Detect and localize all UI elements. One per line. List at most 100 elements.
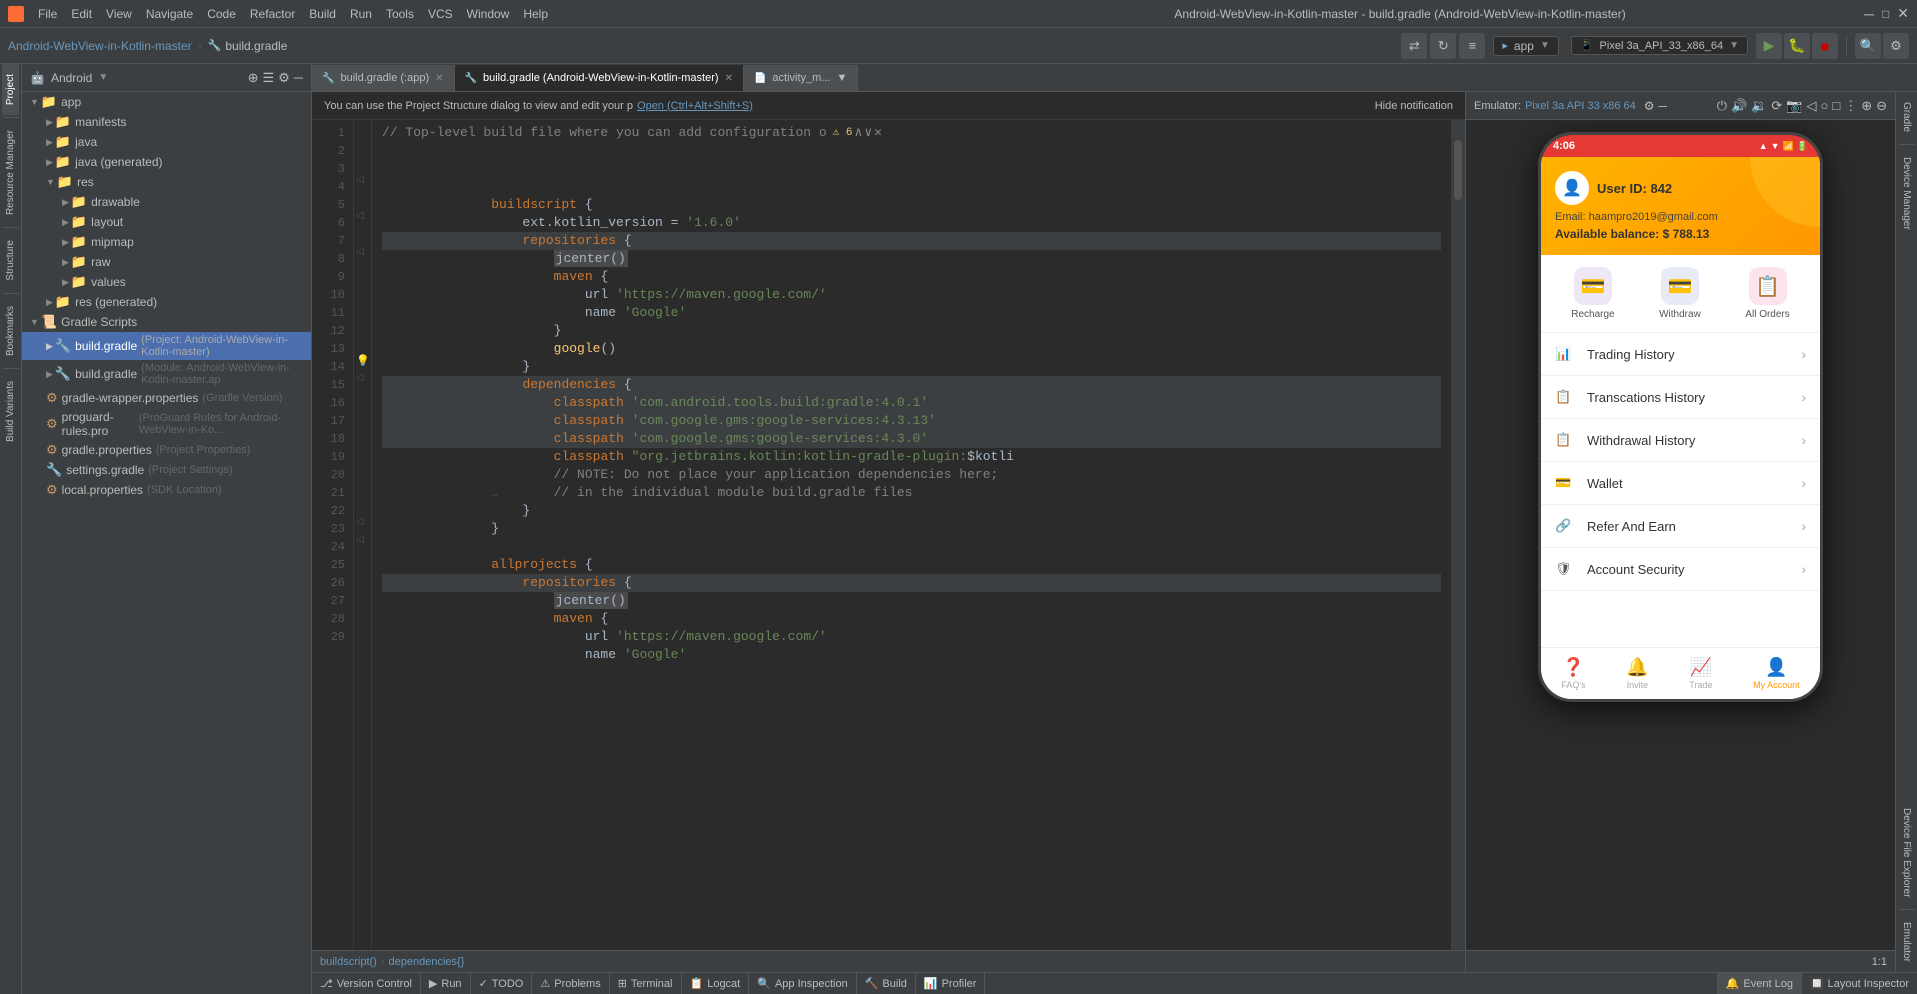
search-toolbar-button[interactable]: 🔍 (1855, 33, 1881, 59)
breadcrumb-item-2[interactable]: dependencies{} (389, 956, 465, 968)
bottom-tab-logcat[interactable]: 📋 Logcat (682, 973, 750, 994)
panel-action-filter[interactable]: ⚙ (278, 70, 290, 86)
left-tab-build-variants[interactable]: Build Variants (2, 371, 19, 452)
tree-item-gradle-scripts[interactable]: ▼ 📜 Gradle Scripts (22, 312, 311, 332)
notification-hide[interactable]: Hide notification (1375, 100, 1453, 112)
settings-toolbar-button[interactable]: ⚙ (1883, 33, 1909, 59)
menu-view[interactable]: View (100, 5, 138, 23)
emu-btn-zoom-in[interactable]: ⊕ (1861, 98, 1872, 114)
tree-item-layout[interactable]: ▶ 📁 layout (22, 212, 311, 232)
run-config-dropdown[interactable]: ▼ (1540, 40, 1550, 51)
menu-file[interactable]: File (32, 5, 63, 23)
tree-item-java[interactable]: ▶ 📁 java (22, 132, 311, 152)
tree-item-values[interactable]: ▶ 📁 values (22, 272, 311, 292)
toolbar-icon-1[interactable]: ⇄ (1401, 33, 1427, 59)
tree-item-java-generated[interactable]: ▶ 📁 java (generated) (22, 152, 311, 172)
emu-btn-home[interactable]: ○ (1820, 98, 1828, 113)
tree-item-mipmap[interactable]: ▶ 📁 mipmap (22, 232, 311, 252)
right-tab-gradle[interactable]: Gradle (1898, 92, 1915, 142)
tree-item-drawable[interactable]: ▶ 📁 drawable (22, 192, 311, 212)
bottom-tab-todo[interactable]: ✓ TODO (471, 973, 533, 994)
maximize-button[interactable]: □ (1882, 7, 1889, 21)
stop-button[interactable]: ■ (1812, 33, 1838, 59)
left-tab-bookmarks[interactable]: Bookmarks (2, 296, 19, 366)
layout-inspector-button[interactable]: 🔲 Layout Inspector (1801, 973, 1917, 994)
debug-button[interactable]: 🐛 (1784, 33, 1810, 59)
tree-item-app[interactable]: ▼ 📁 app (22, 92, 311, 112)
action-all-orders[interactable]: 📋 All Orders (1745, 267, 1789, 320)
right-tab-device-file-explorer[interactable]: Device File Explorer (1898, 798, 1915, 907)
menu-refactor[interactable]: Refactor (244, 5, 301, 23)
vertical-scrollbar[interactable] (1451, 120, 1465, 950)
event-log-button[interactable]: 🔔 Event Log (1717, 973, 1801, 994)
tree-item-gradle-wrapper[interactable]: ⚙ gradle-wrapper.properties (Gradle Vers… (22, 388, 311, 408)
right-tab-emulator[interactable]: Emulator (1898, 912, 1915, 972)
toolbar-icon-3[interactable]: ≡ (1459, 33, 1485, 59)
menu-item-wallet[interactable]: 💳 Wallet › (1541, 462, 1820, 505)
tree-item-res-generated[interactable]: ▶ 📁 res (generated) (22, 292, 311, 312)
bottom-tab-app-inspection[interactable]: 🔍 App Inspection (749, 973, 856, 994)
tab-build-gradle-app[interactable]: 🔧 build.gradle (:app) ✕ (312, 65, 455, 91)
tree-item-local-props[interactable]: ⚙ local.properties (SDK Location) (22, 480, 311, 500)
tree-item-manifests[interactable]: ▶ 📁 manifests (22, 112, 311, 132)
tree-item-build-gradle-module[interactable]: ▶ 🔧 build.gradle (Module: Android-WebVie… (22, 360, 311, 388)
left-tab-structure[interactable]: Structure (2, 230, 19, 291)
bottom-tab-terminal[interactable]: ⊞ Terminal (610, 973, 682, 994)
menu-item-account-security[interactable]: 🛡 Account Security › (1541, 548, 1820, 591)
emu-btn-zoom-out[interactable]: ⊖ (1876, 98, 1887, 114)
bottom-tab-version-control[interactable]: ⎇ Version Control (312, 973, 421, 994)
tab-close-2[interactable]: ✕ (725, 73, 733, 84)
menu-code[interactable]: Code (201, 5, 242, 23)
tab-more-btn[interactable]: ▼ (836, 72, 847, 84)
menu-build[interactable]: Build (303, 5, 342, 23)
notification-link[interactable]: Open (Ctrl+Alt+Shift+S) (637, 100, 753, 112)
panel-action-locate[interactable]: ⊕ (248, 70, 259, 86)
emu-btn-back[interactable]: ◁ (1806, 98, 1816, 114)
emu-btn-more[interactable]: ⋮ (1844, 98, 1857, 114)
menu-item-transactions-history[interactable]: 📋 Transcations History › (1541, 376, 1820, 419)
tree-item-raw[interactable]: ▶ 📁 raw (22, 252, 311, 272)
menu-item-trading-history[interactable]: 📊 Trading History › (1541, 333, 1820, 376)
breadcrumb-item-1[interactable]: buildscript() (320, 956, 377, 968)
tab-activity[interactable]: 📄 activity_m... ▼ (744, 65, 858, 91)
emu-btn-rotate[interactable]: ⟳ (1771, 98, 1782, 114)
menu-item-withdrawal-history[interactable]: 📋 Withdrawal History › (1541, 419, 1820, 462)
menu-help[interactable]: Help (517, 5, 554, 23)
nav-faqs[interactable]: ❓ FAQ's (1561, 657, 1585, 690)
left-tab-resource-manager[interactable]: Resource Manager (2, 120, 19, 225)
tree-item-gradle-props[interactable]: ⚙ gradle.properties (Project Properties) (22, 440, 311, 460)
nav-invite[interactable]: 🔔 Invite (1626, 657, 1648, 690)
tab-close-1[interactable]: ✕ (435, 73, 443, 84)
device-dropdown[interactable]: ▼ (1729, 40, 1739, 51)
nav-my-account[interactable]: 👤 My Account (1753, 657, 1800, 690)
emu-btn-recents[interactable]: □ (1832, 98, 1840, 113)
menu-window[interactable]: Window (461, 5, 516, 23)
panel-action-minimize[interactable]: ─ (294, 70, 303, 86)
emu-btn-vol-up[interactable]: 🔊 (1731, 98, 1747, 114)
action-recharge[interactable]: 💳 Recharge (1571, 267, 1614, 320)
panel-action-list[interactable]: ☰ (262, 70, 274, 86)
bottom-tab-run[interactable]: ▶ Run (421, 973, 471, 994)
close-button[interactable]: ✕ (1897, 5, 1909, 22)
android-dropdown[interactable]: ▼ (98, 72, 108, 83)
menu-run[interactable]: Run (344, 5, 378, 23)
nav-trade[interactable]: 📈 Trade (1689, 657, 1712, 690)
bottom-tab-build[interactable]: 🔨 Build (857, 973, 916, 994)
menu-navigate[interactable]: Navigate (140, 5, 199, 23)
toolbar-icon-2[interactable]: ↻ (1430, 33, 1456, 59)
menu-item-refer-earn[interactable]: 🔗 Refer And Earn › (1541, 505, 1820, 548)
tree-item-build-gradle-project[interactable]: ▶ 🔧 build.gradle (Project: Android-WebVi… (22, 332, 311, 360)
tree-item-proguard[interactable]: ⚙ proguard-rules.pro (ProGuard Rules for… (22, 408, 311, 440)
tree-item-settings-gradle[interactable]: 🔧 settings.gradle (Project Settings) (22, 460, 311, 480)
tab-build-gradle-master[interactable]: 🔧 build.gradle (Android-WebView-in-Kotli… (455, 65, 744, 91)
emu-btn-screenshot[interactable]: 📷 (1786, 98, 1802, 114)
run-button[interactable]: ▶ (1756, 33, 1782, 59)
menu-tools[interactable]: Tools (380, 5, 420, 23)
emulator-settings-btn[interactable]: ⚙ (1644, 99, 1655, 113)
left-tab-project[interactable]: Project (2, 64, 19, 115)
code-editor[interactable]: // Top-level build file where you can ad… (372, 120, 1451, 950)
emulator-minimize-btn[interactable]: ─ (1659, 99, 1668, 113)
right-tab-device-manager[interactable]: Device Manager (1898, 147, 1915, 240)
emu-btn-vol-dn[interactable]: 🔉 (1751, 98, 1767, 114)
tree-item-res[interactable]: ▼ 📁 res (22, 172, 311, 192)
